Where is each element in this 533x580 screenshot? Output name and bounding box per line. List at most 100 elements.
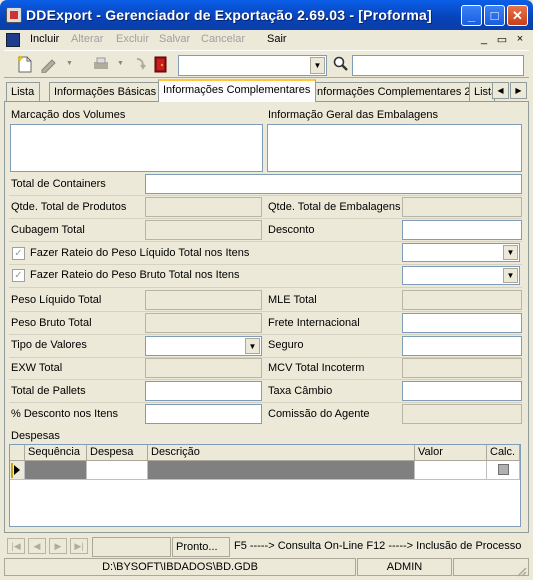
mdi-restore-button[interactable]: ▭ <box>496 33 508 46</box>
grid-cell-sequencia[interactable] <box>25 461 87 480</box>
grid-cell-despesa[interactable] <box>87 461 148 480</box>
chevron-down-icon[interactable]: ▼ <box>503 268 518 283</box>
nav-next-icon[interactable]: ▶ <box>49 538 67 554</box>
taxa-cambio-label: Taxa Câmbio <box>268 385 333 397</box>
rateio-liquido-select[interactable]: ▼ <box>402 243 520 262</box>
divider <box>9 379 522 380</box>
new-document-icon[interactable] <box>16 55 34 73</box>
divider <box>9 195 522 196</box>
tab-informacoes-basicas[interactable]: Informações Básicas <box>49 82 163 101</box>
grid-header-sequencia[interactable]: Sequência <box>25 445 87 461</box>
info-embalagens-field[interactable] <box>267 124 522 172</box>
exit-door-icon[interactable] <box>152 55 170 73</box>
rateio-bruto-checkbox[interactable]: ✓ <box>12 269 25 282</box>
divider <box>9 287 522 288</box>
close-button[interactable]: ✕ <box>507 5 528 26</box>
comissao-agente-label: Comissão do Agente <box>268 408 370 420</box>
frete-internacional-field[interactable] <box>402 313 522 333</box>
frete-internacional-label: Frete Internacional <box>268 317 360 329</box>
mdi-close-button[interactable]: × <box>514 33 526 45</box>
search-icon[interactable] <box>332 55 350 73</box>
total-pallets-field[interactable] <box>145 381 262 401</box>
status-db-path: D:\BYSOFT\IBDADOS\BD.GDB <box>4 558 356 576</box>
tab-informacoes-complementares-2[interactable]: Informações Complementares 2 <box>309 82 477 101</box>
maximize-button[interactable]: □ <box>484 5 505 26</box>
paste-icon[interactable] <box>132 55 150 73</box>
nav-last-icon[interactable]: ▶| <box>70 538 88 554</box>
nav-first-icon[interactable]: |◀ <box>7 538 25 554</box>
divider <box>9 311 522 312</box>
seguro-field[interactable] <box>402 336 522 356</box>
total-containers-field[interactable] <box>145 174 522 194</box>
mdi-minimize-button[interactable]: _ <box>478 33 490 45</box>
qtde-embalagens-field <box>402 197 522 217</box>
qtde-embalagens-label: Qtde. Total de Embalagens <box>268 201 401 213</box>
status-hint: F5 -----> Consulta On-Line F12 -----> In… <box>234 540 522 552</box>
tab-scroll-right-icon[interactable]: ▶ <box>510 82 527 99</box>
resize-grip-icon[interactable] <box>515 565 527 577</box>
mcv-total-field <box>402 358 522 378</box>
print-icon[interactable] <box>92 55 110 73</box>
edit-dropdown-icon[interactable]: ▼ <box>66 60 73 67</box>
calc-checkbox[interactable] <box>498 464 509 475</box>
peso-liquido-field <box>145 290 262 310</box>
menu-incluir[interactable]: Incluir <box>30 33 59 45</box>
marcacao-volumes-label: Marcação dos Volumes <box>11 109 126 121</box>
chevron-down-icon[interactable]: ▼ <box>310 57 325 74</box>
rateio-liquido-label: Fazer Rateio do Peso Líquido Total nos I… <box>30 247 250 259</box>
document-icon[interactable] <box>6 33 20 47</box>
tab-lista[interactable]: Lista <box>6 82 41 101</box>
chevron-down-icon[interactable]: ▼ <box>245 338 260 354</box>
tab-scroll-left-icon[interactable]: ◀ <box>492 82 509 99</box>
status-pronto: Pronto... <box>172 537 230 557</box>
grid-cell-calc[interactable] <box>487 461 520 480</box>
desconto-field[interactable] <box>402 220 522 240</box>
tab-informacoes-complementares[interactable]: Informações Complementares <box>158 79 317 102</box>
taxa-cambio-field[interactable] <box>402 381 522 401</box>
toolbar-combo[interactable]: ▼ <box>178 55 327 76</box>
pct-desconto-label: % Desconto nos Itens <box>11 408 119 420</box>
cubagem-total-label: Cubagem Total <box>11 224 85 236</box>
print-dropdown-icon[interactable]: ▼ <box>117 60 124 67</box>
rateio-bruto-label: Fazer Rateio do Peso Bruto Total nos Ite… <box>30 269 240 281</box>
chevron-down-icon[interactable]: ▼ <box>503 245 518 260</box>
total-containers-label: Total de Containers <box>11 178 106 190</box>
rateio-liquido-checkbox[interactable]: ✓ <box>12 247 25 260</box>
menu-alterar[interactable]: Alterar <box>71 33 103 45</box>
grid-header-despesa[interactable]: Despesa <box>87 445 148 461</box>
peso-bruto-label: Peso Bruto Total <box>11 317 92 329</box>
qtde-produtos-label: Qtde. Total de Produtos <box>11 201 127 213</box>
divider <box>9 264 522 265</box>
current-row-icon <box>11 463 20 478</box>
grid-header-descricao[interactable]: Descrição <box>148 445 415 461</box>
peso-liquido-label: Peso Líquido Total <box>11 294 102 306</box>
search-input[interactable] <box>352 55 524 76</box>
mle-total-label: MLE Total <box>268 294 317 306</box>
desconto-label: Desconto <box>268 224 315 236</box>
menu-salvar[interactable]: Salvar <box>159 33 190 45</box>
marcacao-volumes-field[interactable] <box>10 124 263 172</box>
total-pallets-label: Total de Pallets <box>11 385 86 397</box>
status-user: ADMIN <box>357 558 452 576</box>
grid-header-calc[interactable]: Calc. <box>487 445 520 461</box>
minimize-button[interactable]: _ <box>461 5 482 26</box>
edit-icon[interactable] <box>40 55 58 74</box>
row-indicator[interactable] <box>10 461 25 480</box>
menu-cancelar[interactable]: Cancelar <box>201 33 245 45</box>
grid-cell-valor[interactable] <box>415 461 487 480</box>
menu-excluir[interactable]: Excluir <box>116 33 149 45</box>
grid-corner <box>10 445 25 461</box>
window-title: DDExport - Gerenciador de Exportação 2.6… <box>26 7 432 23</box>
comissao-agente-field <box>402 404 522 424</box>
tipo-valores-select[interactable]: ▼ <box>145 336 262 356</box>
nav-prior-icon[interactable]: ◀ <box>28 538 46 554</box>
grid-header-valor[interactable]: Valor <box>415 445 487 461</box>
exw-total-label: EXW Total <box>11 362 63 374</box>
app-icon[interactable] <box>6 7 22 23</box>
pct-desconto-field[interactable] <box>145 404 262 424</box>
rateio-bruto-select[interactable]: ▼ <box>402 266 520 285</box>
menu-sair[interactable]: Sair <box>267 33 287 45</box>
despesas-grid[interactable]: Sequência Despesa Descrição Valor Calc. <box>9 444 521 527</box>
info-embalagens-label: Informação Geral das Embalagens <box>268 109 438 121</box>
grid-cell-descricao[interactable] <box>148 461 415 480</box>
